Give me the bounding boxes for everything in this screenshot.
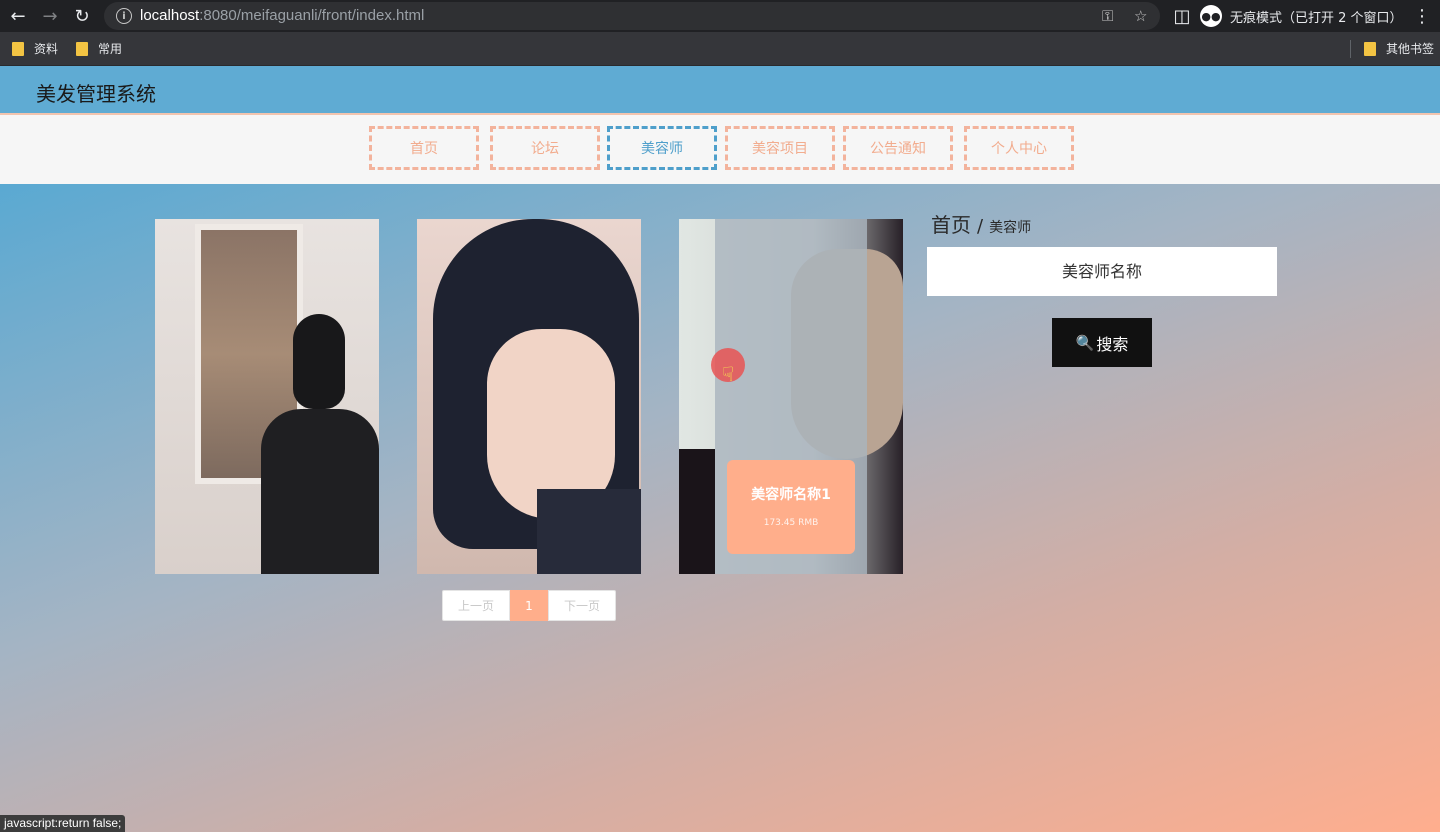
other-bookmarks[interactable]: 其他书签	[1364, 40, 1434, 57]
stylist-card-1[interactable]	[155, 219, 379, 574]
photo-head	[293, 314, 345, 409]
search-icon: 🔍	[1075, 333, 1095, 352]
nav-stylists[interactable]: 美容师	[607, 126, 717, 170]
folder-icon	[76, 41, 88, 56]
address-bar[interactable]: i localhost:8080/meifaguanli/front/index…	[104, 2, 1160, 30]
bookmarks-bar: 资料 常用 其他书签	[0, 32, 1440, 66]
key-icon[interactable]: ⚿	[1102, 7, 1113, 25]
back-icon[interactable]: ←	[6, 4, 30, 28]
stylist-card-2[interactable]	[417, 219, 641, 574]
url-text: localhost:8080/meifaguanli/front/index.h…	[140, 7, 425, 24]
incognito-indicator[interactable]: ●● 无痕模式（已打开 2 个窗口）	[1200, 3, 1403, 29]
pointer-hand-icon: ☟	[722, 362, 735, 386]
photo-collar	[537, 489, 641, 574]
browser-toolbar: ← → ↻ i localhost:8080/meifaguanli/front…	[0, 0, 1440, 32]
nav-notices[interactable]: 公告通知	[843, 126, 953, 170]
stylist-name: 美容师名称1	[751, 487, 831, 503]
breadcrumb-current: 美容师	[989, 220, 1032, 236]
status-bar: javascript:return false;	[0, 815, 126, 832]
photo-person	[261, 409, 379, 574]
stylist-info-box[interactable]: 美容师名称1 173.45 RMB	[727, 460, 855, 554]
stylist-card-3[interactable]: 美容师名称1 173.45 RMB	[679, 219, 903, 574]
nav-forum[interactable]: 论坛	[490, 126, 600, 170]
folder-icon	[1364, 41, 1376, 56]
pagination: 上一页 1 下一页	[442, 590, 616, 621]
prev-page-button[interactable]: 上一页	[442, 590, 510, 621]
site-info-icon[interactable]: i	[116, 8, 132, 24]
breadcrumb-home[interactable]: 首页	[931, 209, 971, 238]
menu-icon[interactable]: ⋮	[1410, 4, 1434, 28]
stylist-name-search-input[interactable]	[927, 247, 1277, 296]
bookmark-folder-2[interactable]: 常用	[76, 40, 122, 57]
incognito-icon: ●●	[1200, 5, 1222, 27]
main-nav: 首页 论坛 美容师 美容项目 公告通知 个人中心	[0, 115, 1440, 184]
next-page-button[interactable]: 下一页	[548, 590, 616, 621]
stylist-price: 173.45 RMB	[763, 518, 819, 528]
nav-home[interactable]: 首页	[369, 126, 479, 170]
content-area: 美容师名称1 173.45 RMB 上一页 1 下一页 首页 / 美容师 🔍 搜…	[0, 184, 1440, 832]
folder-icon	[12, 41, 24, 56]
star-icon[interactable]: ☆	[1134, 7, 1147, 25]
bookmarks-separator	[1350, 40, 1351, 58]
breadcrumb: 首页 / 美容师	[931, 209, 1031, 238]
reload-icon[interactable]: ↻	[70, 4, 94, 28]
forward-icon[interactable]: →	[38, 4, 62, 28]
page-number-current[interactable]: 1	[510, 590, 548, 621]
site-header: 美发管理系统	[0, 66, 1440, 113]
photo-shadow	[679, 449, 715, 574]
nav-profile[interactable]: 个人中心	[964, 126, 1074, 170]
bookmark-folder-1[interactable]: 资料	[12, 40, 58, 57]
breadcrumb-separator: /	[977, 216, 984, 237]
search-button[interactable]: 🔍 搜索	[1052, 318, 1152, 367]
nav-projects[interactable]: 美容项目	[725, 126, 835, 170]
site-title: 美发管理系统	[36, 82, 156, 106]
side-panel-icon[interactable]: ◫	[1170, 4, 1194, 28]
